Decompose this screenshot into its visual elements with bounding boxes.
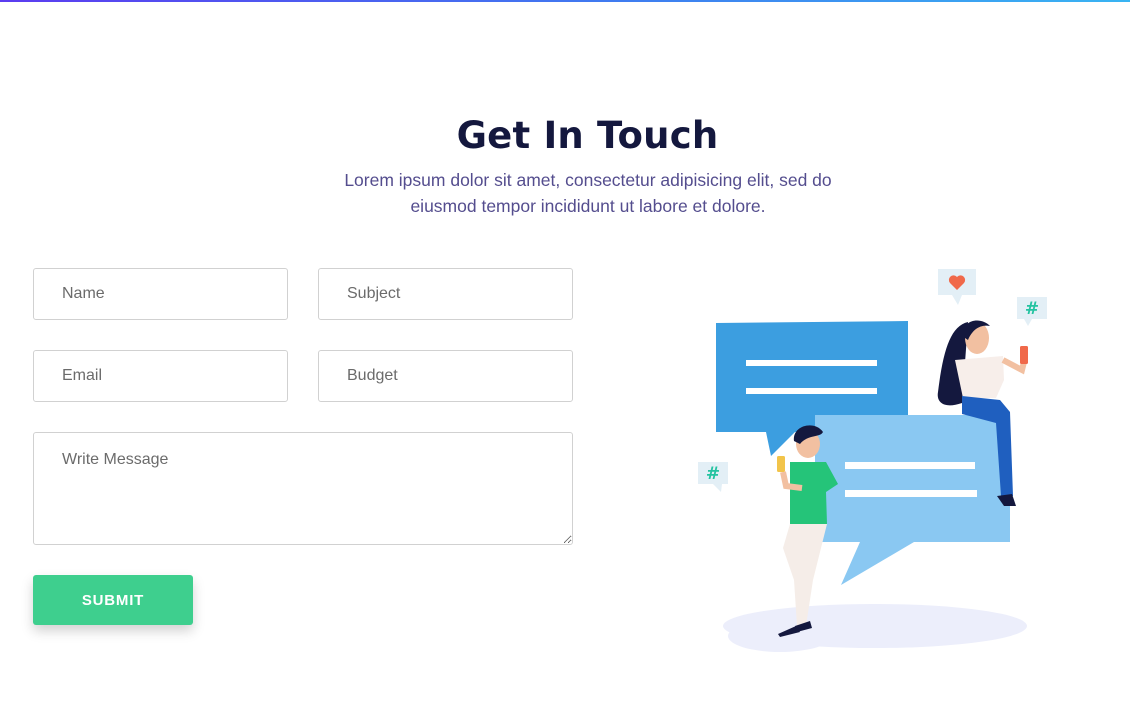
- hashtag-icon: #: [698, 462, 728, 492]
- chat-illustration: # #: [698, 269, 1047, 652]
- message-textarea[interactable]: [33, 432, 573, 545]
- chat-bubble-light: [815, 415, 1010, 585]
- section-title: Get In Touch: [456, 114, 719, 157]
- bubble-line: [746, 388, 877, 394]
- top-gradient-bar: [0, 0, 1130, 2]
- subtitle-line-1: Lorem ipsum dolor sit amet, consectetur …: [344, 170, 832, 190]
- bubble-line: [845, 462, 975, 469]
- bubble-line: [845, 490, 977, 497]
- subject-input[interactable]: [318, 268, 573, 320]
- subtitle-line-2: eiusmod tempor incididunt ut labore et d…: [410, 196, 766, 216]
- section-subtitle: Lorem ipsum dolor sit amet, consectetur …: [318, 167, 858, 219]
- name-input[interactable]: [33, 268, 288, 320]
- svg-text:#: #: [1025, 299, 1039, 319]
- hashtag-icon: #: [1017, 297, 1047, 326]
- budget-input[interactable]: [318, 350, 573, 402]
- submit-button[interactable]: SUBMIT: [33, 575, 193, 625]
- bubble-line: [746, 360, 877, 366]
- svg-text:#: #: [706, 464, 720, 484]
- heart-icon: [938, 269, 976, 305]
- email-input[interactable]: [33, 350, 288, 402]
